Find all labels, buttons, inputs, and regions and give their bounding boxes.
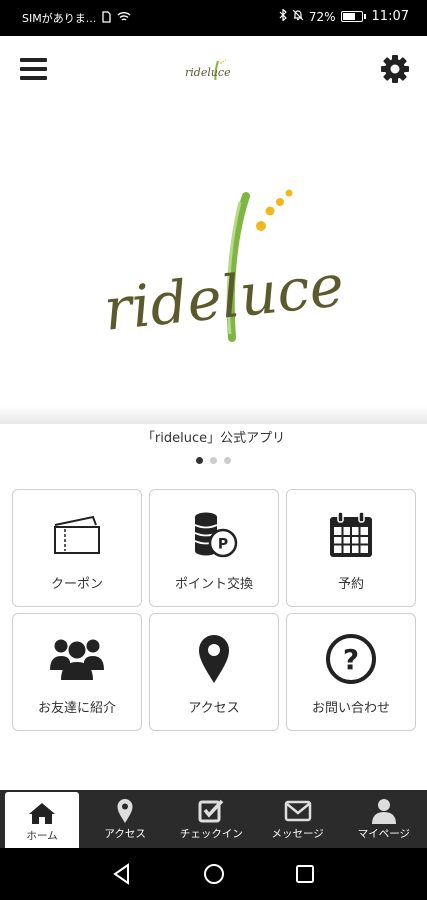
- hero-caption: 「rideluce」公式アプリ: [141, 431, 286, 446]
- hero-logo-text: rideluce: [101, 251, 347, 344]
- app-screen: rideluce rideluce 「rideluce」公式アプリ クーポン P…: [0, 36, 427, 848]
- tab-home-label: ホーム: [26, 830, 58, 842]
- menu-grid: クーポン P ポイント交換 予約 お友達に紹介 アクセス ? お問い合わせ: [12, 489, 416, 731]
- recent-apps-icon[interactable]: [293, 862, 317, 886]
- sim-icon: [102, 10, 111, 26]
- reservation-button[interactable]: 予約: [286, 489, 416, 607]
- location-pin-icon: [117, 799, 133, 823]
- checkin-icon: [198, 799, 224, 823]
- hero-logo: rideluce: [101, 189, 347, 344]
- header-logo: rideluce: [185, 59, 231, 81]
- person-icon: [371, 799, 396, 824]
- hero-divider: [0, 406, 427, 424]
- coins-icon: P: [194, 512, 238, 558]
- svg-text:?: ?: [343, 643, 359, 676]
- tab-checkin-label: チェックイン: [179, 828, 243, 840]
- mute-icon: [292, 9, 304, 24]
- calendar-icon: [330, 511, 372, 557]
- refer-friend-label: お友達に紹介: [37, 701, 116, 716]
- home-icon: [29, 803, 55, 824]
- point-exchange-label: ポイント交換: [174, 577, 253, 592]
- clock: 11:07: [371, 9, 409, 24]
- system-nav-bar: [0, 848, 427, 900]
- back-icon[interactable]: [110, 862, 134, 886]
- tab-access[interactable]: アクセス: [82, 790, 168, 848]
- wifi-icon: [117, 11, 131, 25]
- carousel-indicator: [0, 457, 427, 464]
- tab-mypage-label: マイページ: [357, 828, 411, 840]
- header-logo-text: rideluce: [185, 66, 231, 79]
- point-exchange-button[interactable]: P ポイント交換: [149, 489, 279, 607]
- carousel-dot[interactable]: [210, 457, 217, 464]
- access-button[interactable]: アクセス: [149, 613, 279, 731]
- contact-label: お問い合わせ: [311, 701, 390, 716]
- status-bar: SIMがありま... 72% 11:07: [0, 0, 427, 36]
- bluetooth-icon: [279, 8, 287, 24]
- ticket-icon: [54, 515, 100, 554]
- gear-icon[interactable]: [380, 54, 410, 84]
- question-icon: ?: [326, 634, 376, 684]
- mail-icon: [284, 800, 311, 822]
- home-button-icon[interactable]: [202, 862, 226, 886]
- location-pin-icon: [199, 635, 229, 683]
- refer-friend-button[interactable]: お友達に紹介: [12, 613, 142, 731]
- app-header: rideluce: [0, 36, 427, 102]
- tab-checkin[interactable]: チェックイン: [168, 790, 254, 848]
- carrier-text: SIMがありま...: [22, 12, 97, 25]
- svg-text:P: P: [218, 537, 228, 553]
- battery-percent: 72%: [308, 9, 336, 24]
- tab-home[interactable]: ホーム: [5, 792, 79, 848]
- contact-button[interactable]: ? お問い合わせ: [286, 613, 416, 731]
- reservation-label: 予約: [337, 577, 364, 592]
- tab-message[interactable]: メッセージ: [255, 790, 341, 848]
- tab-mypage[interactable]: マイページ: [341, 790, 427, 848]
- tab-message-label: メッセージ: [271, 828, 324, 840]
- menu-icon[interactable]: [20, 58, 47, 80]
- people-icon: [50, 639, 104, 680]
- hero-banner[interactable]: rideluce: [0, 102, 427, 422]
- bottom-tab-bar: ホーム アクセス チェックイン メッセージ マイページ: [0, 790, 427, 848]
- carousel-dot[interactable]: [196, 457, 203, 464]
- carousel-dot[interactable]: [224, 457, 231, 464]
- coupon-label: クーポン: [50, 577, 103, 592]
- tab-access-label: アクセス: [104, 828, 146, 840]
- access-label: アクセス: [188, 701, 240, 716]
- coupon-button[interactable]: クーポン: [12, 489, 142, 607]
- battery-icon: [340, 11, 366, 22]
